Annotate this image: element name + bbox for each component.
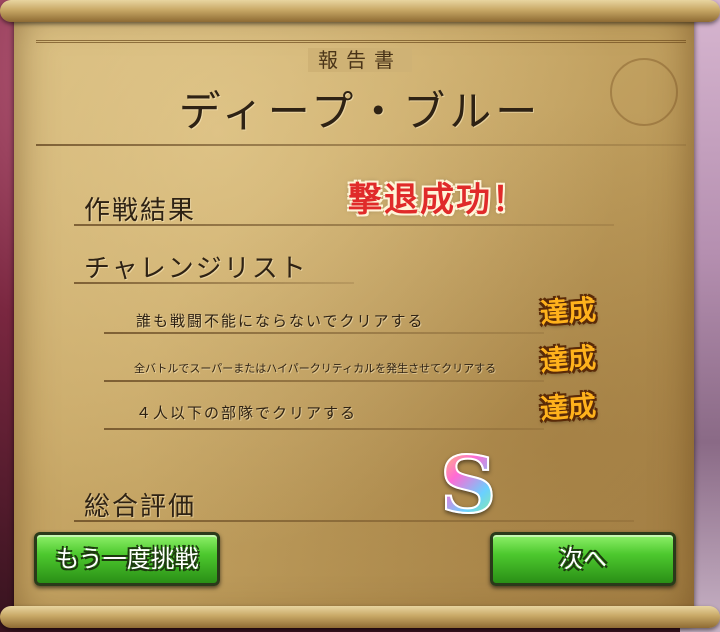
retry-button[interactable]: もう一度挑戦 [34, 532, 220, 586]
challenge-item: 誰も戦闘不能にならないでクリアする [136, 312, 425, 330]
overall-rating-label: 総合評価 [84, 492, 197, 522]
operation-result-value: 撃退成功！ [348, 180, 528, 220]
overall-divider [74, 520, 634, 522]
challenge-item-divider [104, 332, 544, 334]
operation-result-label: 作戦結果 [84, 196, 197, 226]
challenge-item-divider [104, 380, 544, 382]
mission-title: ディープ・ブルー [178, 87, 542, 136]
achieved-badge: 達成 [539, 293, 598, 330]
scroll-rod-bottom [0, 606, 720, 628]
achieved-badge: 達成 [539, 341, 598, 378]
report-header: 報告書 [0, 44, 720, 73]
challenge-item: 全バトルでスーパーまたはハイパークリティカルを発生させてクリアする [134, 362, 497, 375]
challenge-item: ４人以下の部隊でクリアする [136, 404, 358, 422]
achieved-badge: 達成 [539, 389, 598, 426]
challenge-item-divider [104, 428, 544, 430]
scroll-rod-top [0, 0, 720, 22]
overall-grade: S [439, 439, 497, 532]
challenge-divider [74, 282, 354, 284]
operation-divider [74, 224, 614, 226]
challenge-list-label: チャレンジリスト [84, 254, 308, 284]
next-button[interactable]: 次へ [490, 532, 676, 586]
report-label: 報告書 [308, 48, 412, 72]
title-divider [36, 144, 686, 146]
